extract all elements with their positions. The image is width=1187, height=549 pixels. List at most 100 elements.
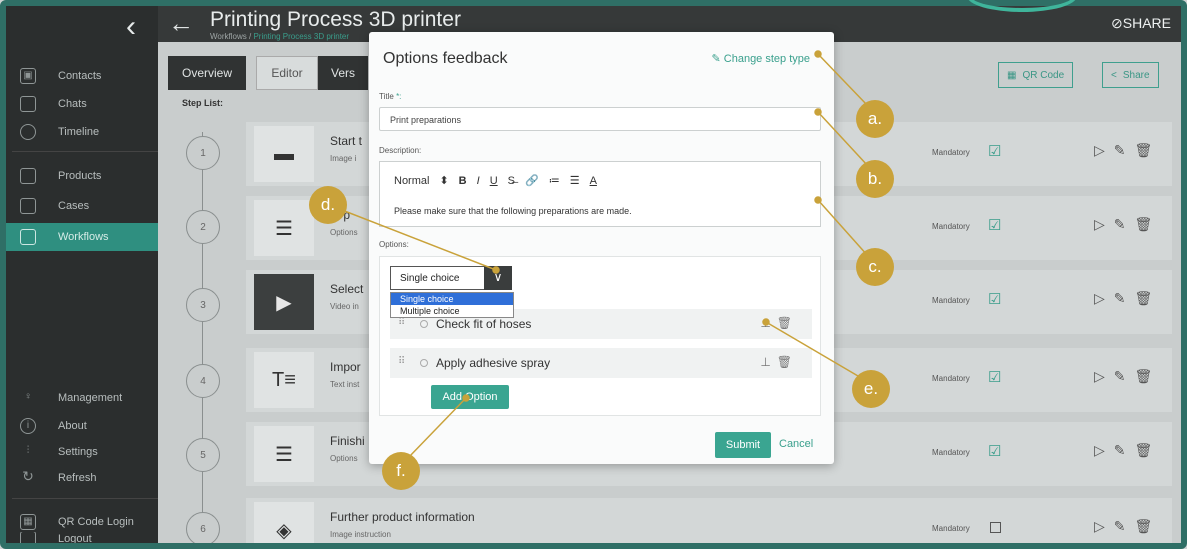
back-arrow-icon[interactable]: ← <box>168 8 194 39</box>
sidebar-item-chats[interactable]: Chats <box>6 90 158 118</box>
breadcrumb-root[interactable]: Workflows / <box>210 32 251 41</box>
qr-code-button[interactable]: ▦ QR Code <box>998 62 1074 88</box>
share-button[interactable]: < Share <box>1102 62 1159 88</box>
choice-type-select[interactable]: Single choice ∨ <box>390 266 512 290</box>
sidebar-item-label: Products <box>58 170 102 182</box>
ordered-list-icon[interactable]: ≔ <box>549 174 560 187</box>
sidebar-item-products[interactable]: Products <box>6 162 158 190</box>
play-icon[interactable]: ▷ <box>1094 518 1114 534</box>
step-type: Options <box>330 454 358 463</box>
play-icon[interactable]: ▷ <box>1094 142 1114 158</box>
change-step-type-link[interactable]: ✎ Change step type <box>711 52 810 65</box>
bold-icon[interactable]: B <box>459 175 467 187</box>
title-input[interactable]: Print preparations <box>379 107 821 131</box>
text-color-icon[interactable]: A <box>590 175 597 187</box>
dropdown-option-multiple[interactable]: Multiple choice <box>391 305 513 317</box>
tab-versions[interactable]: Vers <box>318 56 368 90</box>
sidebar-item-settings[interactable]: ⫶ Settings <box>6 438 158 466</box>
link-icon[interactable]: 🔗 <box>525 174 539 187</box>
drag-handle-icon[interactable]: ⠿ <box>398 317 405 328</box>
rte-toolbar: Normal ⬍ B I U S̶ 🔗 ≔ ☰ A <box>394 174 597 188</box>
change-step-type-label: Change step type <box>723 53 810 65</box>
trash-icon[interactable]: 🗑 <box>1135 368 1162 384</box>
tab-editor[interactable]: Editor <box>256 56 318 90</box>
cancel-button[interactable]: Cancel <box>779 438 813 450</box>
dropdown-option-single[interactable]: Single choice <box>391 293 513 305</box>
trash-icon[interactable]: 🗑 <box>1135 216 1162 232</box>
option-text[interactable]: Apply adhesive spray <box>436 356 550 370</box>
step-number: 1 <box>186 136 220 170</box>
sidebar-item-label: Cases <box>58 200 90 212</box>
mandatory-label: Mandatory <box>932 296 970 305</box>
mandatory-checkbox-icon[interactable]: ☑ <box>988 290 1001 308</box>
trash-icon[interactable]: 🗑 <box>777 316 798 330</box>
mandatory-checkbox-icon[interactable]: ☑ <box>988 442 1001 460</box>
sidebar-item-label: Chats <box>58 98 87 110</box>
pencil-icon: ✎ <box>711 53 724 65</box>
step-name: Impor <box>330 360 361 374</box>
collapse-sidebar-icon[interactable]: ‹ <box>126 10 136 44</box>
trash-icon[interactable]: 🗑 <box>1135 290 1162 306</box>
description-editor[interactable]: Normal ⬍ B I U S̶ 🔗 ≔ ☰ A Please make su… <box>379 161 821 227</box>
sidebar-item-timeline[interactable]: Timeline <box>6 118 158 146</box>
radio-icon <box>420 320 428 328</box>
option-actions: ⊥🗑 <box>760 355 798 369</box>
play-icon[interactable]: ▷ <box>1094 290 1114 306</box>
sidebar-item-about[interactable]: i About <box>6 412 158 440</box>
mandatory-checkbox-icon[interactable]: ☑ <box>988 368 1001 386</box>
underline-icon[interactable]: U <box>490 175 498 187</box>
callout-d: d. <box>309 186 347 224</box>
play-icon[interactable]: ▷ <box>1094 442 1114 458</box>
step-thumbnail: ▬ <box>254 126 314 182</box>
edit-icon[interactable]: ✎ <box>1114 518 1135 534</box>
strikethrough-icon[interactable]: S̶ <box>508 175 515 187</box>
sidebar-item-label: Settings <box>58 446 98 458</box>
step-row[interactable]: ◈ Further product information Image inst… <box>246 498 1172 549</box>
step-actions: ▷✎🗑 <box>1094 368 1161 385</box>
bullet-list-icon[interactable]: ☰ <box>570 174 580 187</box>
edit-icon[interactable]: ✎ <box>1114 216 1135 232</box>
option-row[interactable]: ⠿ Apply adhesive spray ⊥🗑 <box>390 348 812 378</box>
add-option-button[interactable]: Add Option <box>431 385 509 409</box>
sidebar-item-contacts[interactable]: ▣ Contacts <box>6 62 158 90</box>
format-select-arrow-icon[interactable]: ⬍ <box>439 174 448 187</box>
trash-icon[interactable]: 🗑 <box>777 355 798 369</box>
submit-button[interactable]: Submit <box>715 432 771 458</box>
share-header-button[interactable]: ⊘SHARE <box>1111 15 1171 32</box>
play-icon[interactable]: ▷ <box>1094 368 1114 384</box>
chevron-down-icon[interactable]: ∨ <box>484 266 512 290</box>
mandatory-checkbox-icon[interactable]: ☑ <box>988 216 1001 234</box>
step-name: Start t <box>330 134 363 148</box>
video-play-icon: ▶ <box>254 274 314 330</box>
trash-icon[interactable]: 🗑 <box>1135 142 1162 158</box>
description-text[interactable]: Please make sure that the following prep… <box>394 206 632 216</box>
step-number: 5 <box>186 438 220 472</box>
trash-icon[interactable]: 🗑 <box>1135 518 1162 534</box>
trash-icon[interactable]: 🗑 <box>1135 442 1162 458</box>
edit-icon[interactable]: ✎ <box>1114 368 1135 384</box>
edit-icon[interactable]: ✎ <box>1114 442 1135 458</box>
options-feedback-dialog: Options feedback ✎ Change step type Titl… <box>369 32 834 464</box>
mandatory-checkbox-icon[interactable]: ☑ <box>988 142 1001 160</box>
tab-overview[interactable]: Overview <box>168 56 246 90</box>
italic-icon[interactable]: I <box>477 175 480 187</box>
mandatory-checkbox[interactable] <box>990 522 1001 533</box>
add-image-icon[interactable]: ⊥ <box>760 355 776 369</box>
sidebar-divider <box>12 498 158 499</box>
sidebar-item-management[interactable]: ♀ Management <box>6 384 158 412</box>
sidebar-item-refresh[interactable]: ↻ Refresh <box>6 464 158 492</box>
option-text[interactable]: Check fit of hoses <box>436 317 531 331</box>
step-name: Finishi <box>330 434 365 448</box>
format-select[interactable]: Normal <box>394 175 429 187</box>
options-step-icon: ☰ <box>254 426 314 482</box>
edit-icon[interactable]: ✎ <box>1114 290 1135 306</box>
sidebar-item-logout[interactable]: Logout <box>6 532 158 546</box>
drag-handle-icon[interactable]: ⠿ <box>398 356 405 367</box>
sidebar-item-workflows[interactable]: Workflows <box>6 223 158 251</box>
edit-icon[interactable]: ✎ <box>1114 142 1135 158</box>
play-icon[interactable]: ▷ <box>1094 216 1114 232</box>
contacts-icon: ▣ <box>20 68 36 84</box>
sidebar-item-cases[interactable]: Cases <box>6 192 158 220</box>
add-image-icon[interactable]: ⊥ <box>760 316 776 330</box>
sidebar-divider <box>12 151 158 152</box>
